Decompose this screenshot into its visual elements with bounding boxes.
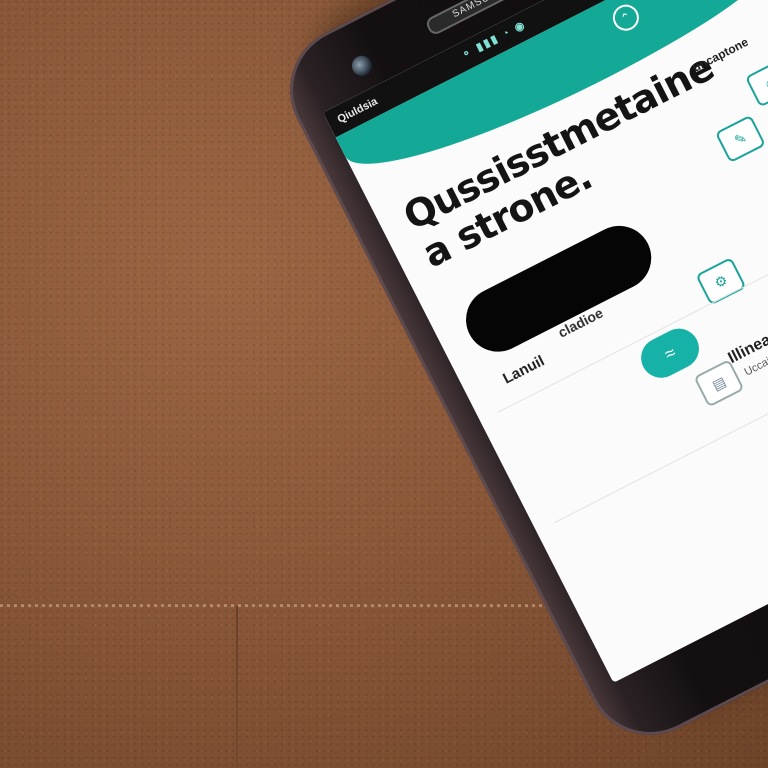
leather-panel-edge [236, 606, 238, 768]
toggle-icon[interactable]: ≈ [634, 321, 706, 385]
label-small: Lanuil [500, 352, 548, 388]
chevron-up-icon[interactable]: ⌃ [608, 0, 644, 36]
front-camera-icon [348, 52, 376, 80]
